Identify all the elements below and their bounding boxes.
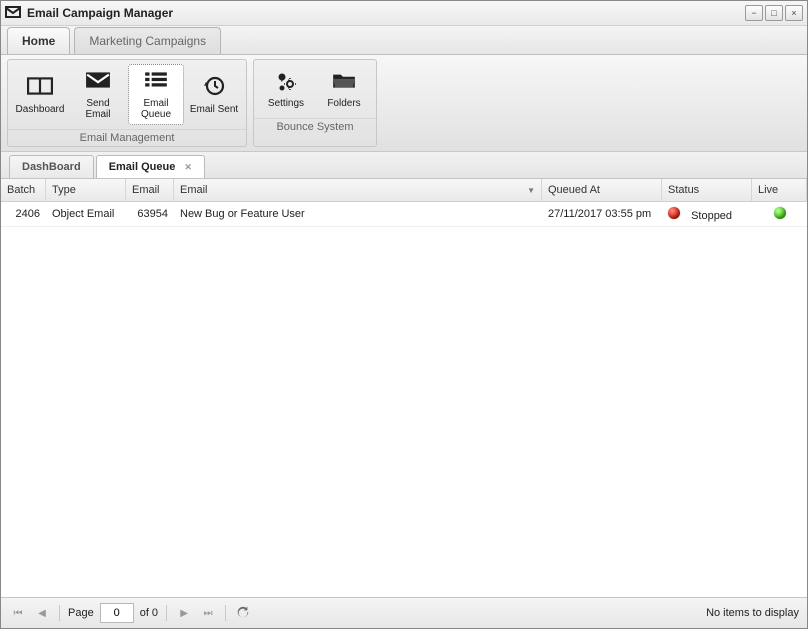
mail-icon: [5, 5, 21, 22]
dashboard-icon: [27, 75, 53, 100]
main-tab-bar: Home Marketing Campaigns: [1, 26, 807, 55]
title-bar: Email Campaign Manager − □ ×: [1, 1, 807, 26]
folder-icon: [331, 69, 357, 94]
page-of-label: of 0: [140, 607, 158, 619]
cell-email: New Bug or Feature User: [174, 204, 542, 224]
col-status[interactable]: Status: [662, 179, 752, 201]
grid-header: Batch Type Email Email ▼ Queued At Statu…: [1, 179, 807, 202]
folders-button[interactable]: Folders: [316, 64, 372, 114]
subtab-dashboard[interactable]: DashBoard: [9, 155, 94, 178]
content-tab-bar: DashBoard Email Queue ✕: [1, 152, 807, 179]
dashboard-button[interactable]: Dashboard: [12, 64, 68, 125]
status-led-icon: [668, 207, 680, 219]
page-label: Page: [68, 607, 94, 619]
minimize-button[interactable]: −: [745, 5, 763, 21]
ribbon: Dashboard Send Email Email Queue Email S…: [1, 55, 807, 152]
settings-button[interactable]: Settings: [258, 64, 314, 114]
col-queued-at[interactable]: Queued At: [542, 179, 662, 201]
ribbon-group-email-management: Dashboard Send Email Email Queue Email S…: [7, 59, 247, 147]
pager-bar: ⏮ ◀ Page of 0 ▶ ⏭ No items to display: [1, 597, 807, 628]
cell-queued-at: 27/11/2017 03:55 pm: [542, 204, 662, 224]
email-sent-button[interactable]: Email Sent: [186, 64, 242, 125]
col-email[interactable]: Email ▼: [174, 179, 542, 201]
next-page-button[interactable]: ▶: [175, 604, 193, 622]
cell-email-id: 63954: [126, 204, 174, 224]
send-email-button[interactable]: Send Email: [70, 64, 126, 125]
grid: Batch Type Email Email ▼ Queued At Statu…: [1, 179, 807, 597]
col-batch[interactable]: Batch: [1, 179, 46, 201]
cell-batch: 2406: [1, 204, 46, 224]
envelope-icon: [85, 69, 111, 94]
cell-type: Object Email: [46, 204, 126, 224]
col-type[interactable]: Type: [46, 179, 126, 201]
last-page-button[interactable]: ⏭: [199, 604, 217, 622]
chevron-down-icon[interactable]: ▼: [527, 186, 535, 195]
list-icon: [143, 69, 169, 94]
prev-page-button[interactable]: ◀: [33, 604, 51, 622]
first-page-button[interactable]: ⏮: [9, 604, 27, 622]
grid-body: 2406 Object Email 63954 New Bug or Featu…: [1, 202, 807, 597]
email-sent-label: Email Sent: [190, 104, 238, 115]
close-tab-icon[interactable]: ✕: [184, 162, 192, 172]
maximize-button[interactable]: □: [765, 5, 783, 21]
subtab-email-queue-label: Email Queue: [109, 161, 176, 173]
history-icon: [201, 75, 227, 100]
close-button[interactable]: ×: [785, 5, 803, 21]
separator: [166, 605, 167, 621]
folders-label: Folders: [327, 98, 360, 109]
separator: [225, 605, 226, 621]
cell-status: Stopped: [662, 203, 752, 226]
cell-live: [752, 203, 807, 226]
table-row[interactable]: 2406 Object Email 63954 New Bug or Featu…: [1, 202, 807, 227]
col-live[interactable]: Live: [752, 179, 807, 201]
tab-marketing-campaigns[interactable]: Marketing Campaigns: [74, 27, 221, 54]
separator: [59, 605, 60, 621]
ribbon-group-bounce-system: Settings Folders Bounce System: [253, 59, 377, 147]
gear-icon: [273, 69, 299, 94]
dashboard-label: Dashboard: [16, 104, 65, 115]
tab-home[interactable]: Home: [7, 27, 70, 54]
col-email-id[interactable]: Email: [126, 179, 174, 201]
settings-label: Settings: [268, 98, 304, 109]
live-led-icon: [774, 207, 786, 219]
window-title: Email Campaign Manager: [27, 6, 173, 20]
col-email-label: Email: [180, 184, 208, 196]
pager-summary: No items to display: [706, 607, 799, 619]
email-queue-label: Email Queue: [131, 98, 181, 120]
app-window: Email Campaign Manager − □ × Home Market…: [0, 0, 808, 629]
refresh-button[interactable]: [234, 604, 252, 622]
ribbon-group-label-2: Bounce System: [254, 118, 376, 136]
refresh-icon: [236, 606, 250, 620]
email-queue-button[interactable]: Email Queue: [128, 64, 184, 125]
cell-status-text: Stopped: [691, 210, 732, 222]
subtab-email-queue[interactable]: Email Queue ✕: [96, 155, 205, 178]
ribbon-group-label-1: Email Management: [8, 129, 246, 147]
page-input[interactable]: [100, 603, 134, 623]
send-email-label: Send Email: [73, 98, 123, 120]
